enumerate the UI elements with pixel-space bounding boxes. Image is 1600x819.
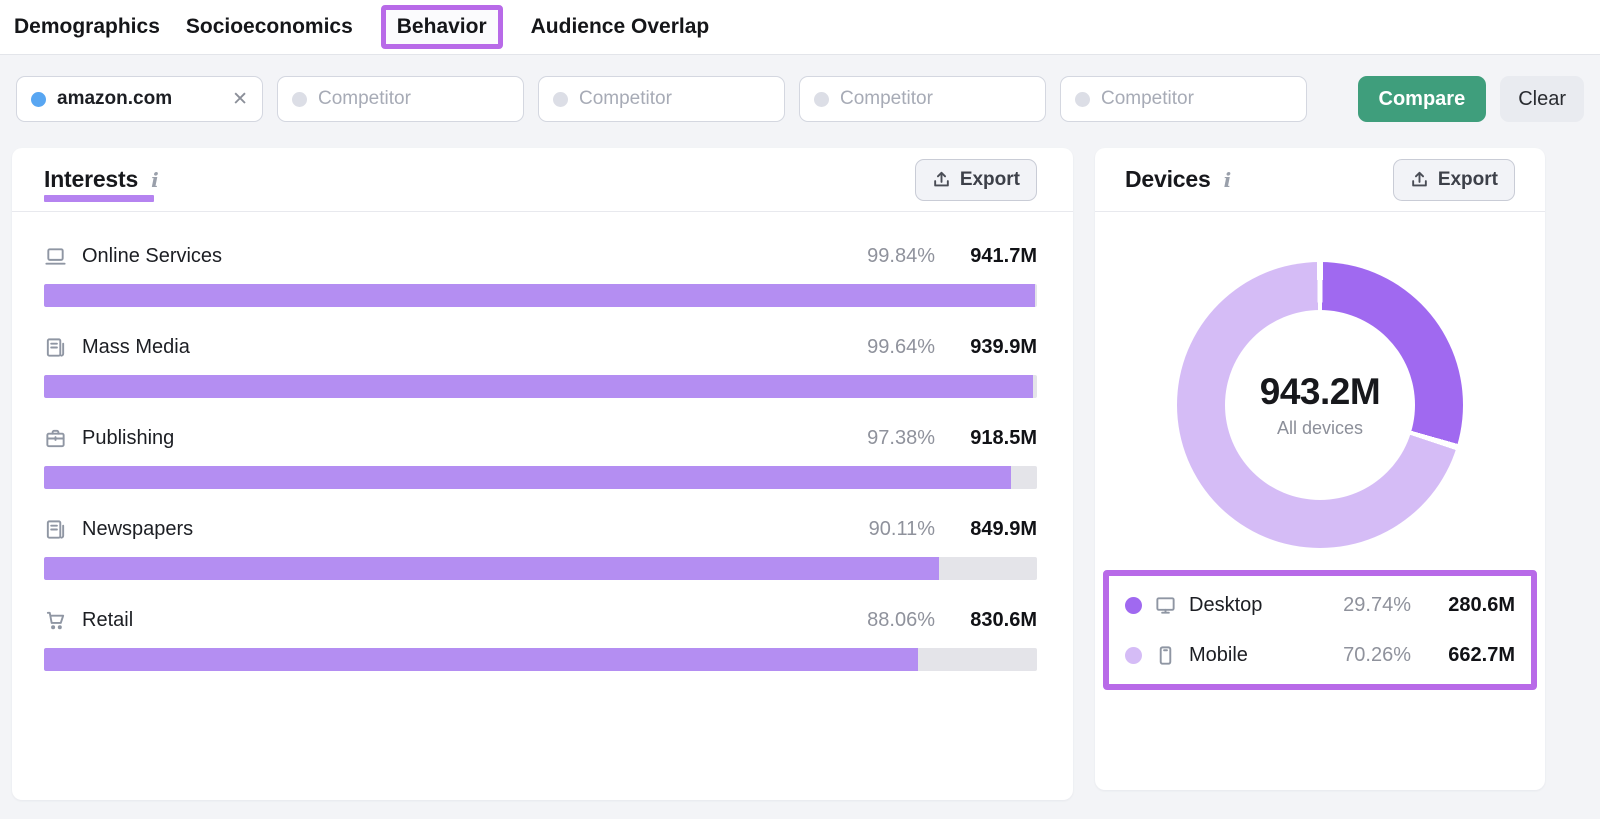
donut-total-label: All devices: [1277, 418, 1363, 439]
donut-total-value: 943.2M: [1260, 371, 1380, 413]
domain-label: amazon.com: [57, 88, 172, 110]
progress-track: [44, 284, 1037, 307]
news-icon: [44, 518, 67, 541]
domain-dot: [31, 92, 46, 107]
devices-panel: Devices i Export 943.2M All devices: [1095, 148, 1545, 790]
upload-icon: [1410, 170, 1429, 189]
legend-row-desktop: Desktop 29.74% 280.6M: [1125, 580, 1515, 630]
interest-row-retail: Retail 88.06% 830.6M: [44, 606, 1037, 671]
competitor-field-4[interactable]: [1101, 88, 1292, 110]
competitor-dot: [292, 92, 307, 107]
cart-icon: [44, 609, 67, 632]
info-icon[interactable]: i: [151, 168, 159, 192]
interest-row-newspapers: Newspapers 90.11% 849.9M: [44, 515, 1037, 580]
progress-track: [44, 375, 1037, 398]
laptop-icon: [44, 245, 67, 268]
competitor-input-1: [277, 76, 524, 122]
devices-donut-chart: 943.2M All devices: [1177, 262, 1463, 548]
tab-audience-overlap[interactable]: Audience Overlap: [531, 15, 710, 39]
close-icon[interactable]: ✕: [232, 90, 248, 109]
legend-dot-mobile: [1125, 647, 1142, 664]
interest-row-publishing: Publishing 97.38% 918.5M: [44, 424, 1037, 489]
progress-track: [44, 648, 1037, 671]
competitor-field-3[interactable]: [840, 88, 1031, 110]
interests-title: Interests: [44, 166, 138, 193]
interests-title-highlight: [44, 195, 154, 202]
tab-demographics[interactable]: Demographics: [14, 15, 160, 39]
desktop-icon: [1154, 594, 1177, 617]
competitor-field-2[interactable]: [579, 88, 770, 110]
competitor-field-1[interactable]: [318, 88, 509, 110]
competitor-input-2: [538, 76, 785, 122]
legend-row-mobile: Mobile 70.26% 662.7M: [1125, 630, 1515, 680]
tab-behavior[interactable]: Behavior: [397, 15, 487, 38]
competitor-dot: [553, 92, 568, 107]
competitor-dot: [1075, 92, 1090, 107]
tab-socioeconomics[interactable]: Socioeconomics: [186, 15, 353, 39]
progress-track: [44, 466, 1037, 489]
progress-fill: [44, 557, 939, 580]
export-button[interactable]: Export: [1393, 159, 1515, 201]
progress-fill: [44, 466, 1011, 489]
domain-chip[interactable]: amazon.com ✕: [16, 76, 263, 122]
clear-button[interactable]: Clear: [1500, 76, 1584, 122]
interest-row-mass-media: Mass Media 99.64% 939.9M: [44, 333, 1037, 398]
export-button[interactable]: Export: [915, 159, 1037, 201]
news-icon: [44, 336, 67, 359]
progress-fill: [44, 375, 1033, 398]
info-icon[interactable]: i: [1224, 168, 1232, 192]
section-tabs: Demographics Socioeconomics Behavior Aud…: [0, 0, 1600, 55]
legend-dot-desktop: [1125, 597, 1142, 614]
competitor-dot: [814, 92, 829, 107]
progress-fill: [44, 284, 1035, 307]
progress-track: [44, 557, 1037, 580]
compare-toolbar: amazon.com ✕ Compare Clear: [16, 76, 1584, 122]
annotation-box-devices-legend: Desktop 29.74% 280.6M Mobile 70.26% 662.…: [1103, 570, 1537, 690]
competitor-input-3: [799, 76, 1046, 122]
annotation-box-behavior: Behavior: [381, 5, 503, 49]
briefcase-icon: [44, 427, 67, 450]
interest-row-online-services: Online Services 99.84% 941.7M: [44, 242, 1037, 307]
interests-panel: Interests i Export Online Services: [12, 148, 1073, 800]
compare-button[interactable]: Compare: [1358, 76, 1487, 122]
mobile-icon: [1154, 644, 1177, 667]
upload-icon: [932, 170, 951, 189]
devices-title: Devices: [1125, 166, 1211, 193]
competitor-input-4: [1060, 76, 1307, 122]
progress-fill: [44, 648, 918, 671]
